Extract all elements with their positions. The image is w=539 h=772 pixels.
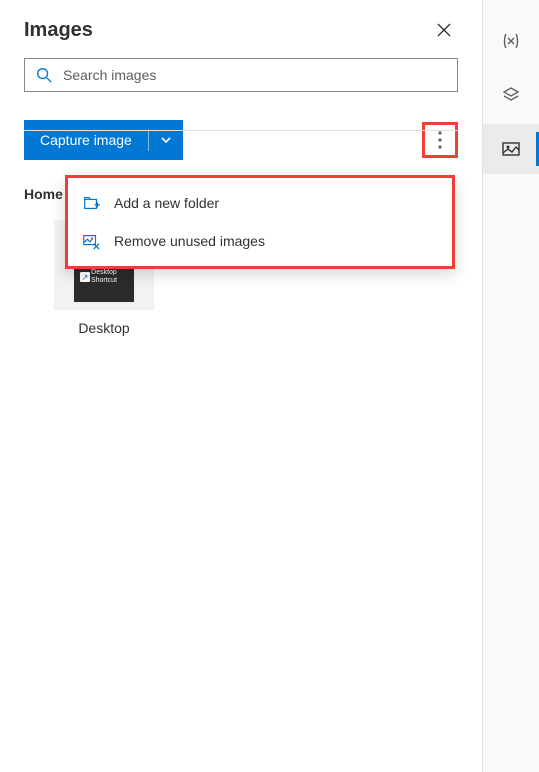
images-panel: Images Capture image Home ↗ [0,0,483,772]
capture-image-button[interactable]: Capture image [24,120,183,160]
add-folder-icon [82,194,100,212]
search-icon [35,66,53,84]
panel-header: Images [24,10,458,58]
toolbar: Capture image [24,120,458,160]
shortcut-arrow-icon: ↗ [80,272,90,282]
capture-dropdown-toggle[interactable] [149,120,183,160]
menu-item-remove-unused[interactable]: Remove unused images [68,222,452,260]
rail-images-button[interactable] [483,124,539,174]
menu-item-add-folder[interactable]: Add a new folder [68,184,452,222]
chevron-down-icon [160,134,172,146]
variables-icon [501,31,521,51]
more-actions-menu: Add a new folder Remove unused images [65,175,455,269]
rail-variables-button[interactable] [483,16,539,66]
image-label: Desktop [78,320,129,336]
close-icon [437,23,451,37]
images-icon [501,139,521,159]
rail-layers-button[interactable] [483,70,539,120]
menu-label: Remove unused images [114,233,265,249]
search-box[interactable] [24,58,458,92]
more-actions-button[interactable] [422,122,458,158]
close-button[interactable] [430,16,458,44]
capture-label: Capture image [24,132,148,148]
menu-label: Add a new folder [114,195,219,211]
panel-title: Images [24,19,93,42]
remove-images-icon [82,232,100,250]
search-input[interactable] [63,67,447,83]
layers-icon [501,85,521,105]
more-vertical-icon [438,131,442,149]
tile-text: DesktopShortcut [91,269,117,284]
divider [24,130,458,131]
side-rail [483,0,539,772]
